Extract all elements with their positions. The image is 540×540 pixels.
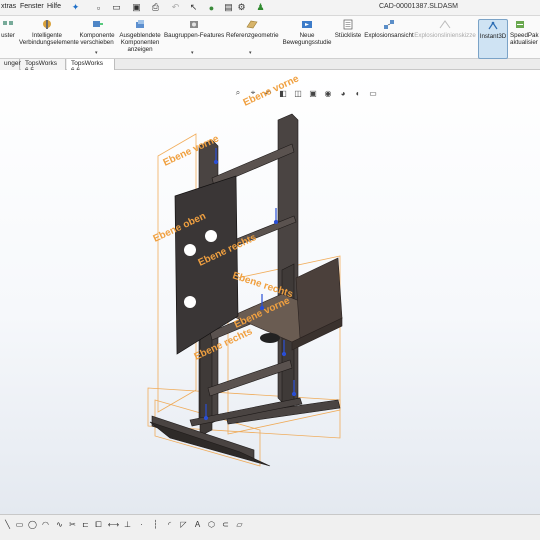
plate-hole — [205, 230, 217, 242]
plate-hole — [184, 296, 196, 308]
assembly-features-button[interactable]: Baugruppen-Features ▾ — [164, 19, 225, 56]
instant3d-label: Instant3D — [479, 33, 507, 40]
trim-tool-icon[interactable]: ✂ — [67, 519, 78, 530]
undo-icon[interactable]: ↶ — [170, 2, 181, 13]
reference-geometry-button[interactable]: Referenzgeometrie ▾ — [226, 19, 279, 56]
bom-button[interactable]: Stückliste — [334, 19, 362, 39]
assembly-model[interactable]: Ebene vorne Ebene vorne Ebene oben Ebene… — [0, 70, 540, 514]
dropdown-caret-icon[interactable]: ▾ — [95, 50, 98, 57]
select-arrow-icon[interactable]: ↖ — [188, 2, 199, 13]
new-motion-study-label: Neue Bewegungsstudie — [282, 32, 332, 46]
circle-tool-icon[interactable]: ◯ — [27, 519, 38, 530]
command-tabs: ungen TopsWorks 6.5 TopsWorks 6.6 — [0, 59, 540, 74]
text-tool-icon[interactable]: A — [192, 519, 203, 530]
offset-tool-icon[interactable]: ⊏ — [80, 519, 91, 530]
relation-tool-icon[interactable]: ⊥ — [122, 519, 133, 530]
centerline-tool-icon[interactable]: ┆ — [150, 519, 161, 530]
menu-hilfe[interactable]: Hilfe — [47, 3, 61, 10]
dropdown-caret-icon[interactable]: ▾ — [191, 50, 194, 57]
explode-line-sketch-icon — [439, 20, 451, 29]
reference-geometry-label: Referenzgeometrie — [226, 32, 279, 39]
open-folder-icon[interactable]: ▭ — [111, 2, 122, 13]
bom-label: Stückliste — [334, 32, 362, 39]
speedpak-button[interactable]: SpeedPak aktualisier — [510, 19, 540, 46]
user-icon[interactable]: ♟ — [255, 2, 266, 13]
axis-origin — [281, 351, 287, 357]
bottom-toolbar: ╲ ▭ ◯ ◠ ∿ ✂ ⊏ ⧠ ⟷ ⊥ · ┆ ◜ ◸ A ⬡ ⊂ ▱ — [0, 514, 540, 540]
tab-topsworks-6-5[interactable]: TopsWorks 6.5 — [21, 59, 66, 74]
pin-icon[interactable]: ✦ — [70, 2, 81, 13]
new-document-icon[interactable]: ▫ — [93, 2, 104, 13]
axis-origin — [273, 219, 279, 225]
file-properties-icon[interactable]: ▤ — [223, 2, 234, 13]
rectangle-tool-icon[interactable]: ▭ — [14, 519, 25, 530]
point-tool-icon[interactable]: · — [136, 519, 147, 530]
exploded-view-label: Explosionsansicht — [364, 32, 414, 39]
tab-ungen[interactable]: ungen — [0, 59, 22, 70]
motion-study-icon — [302, 21, 312, 28]
exploded-view-icon — [384, 20, 394, 29]
move-component-button[interactable]: Komponente verschieben ▾ — [78, 19, 116, 56]
pattern-button[interactable]: uster — [0, 19, 18, 39]
plate-hole — [184, 244, 196, 256]
speedpak-label: SpeedPak aktualisier — [510, 32, 539, 46]
move-component-icon — [93, 21, 103, 27]
move-component-label: Komponente verschieben — [79, 32, 115, 46]
chamfer-tool-icon[interactable]: ◸ — [178, 519, 189, 530]
speedpak-icon — [516, 21, 524, 28]
axis-origin — [213, 159, 219, 165]
smart-mates-button[interactable]: Intelligente Verbindungselemente — [19, 19, 79, 46]
options-gear-icon[interactable]: ⚙ — [236, 2, 247, 13]
rebuild-icon[interactable]: ● — [206, 2, 217, 13]
print-icon[interactable]: ⎙ — [150, 2, 161, 13]
hidden-components-label: Ausgeblendete Komponenten anzeigen — [119, 32, 161, 53]
command-manager: uster Intelligente Verbindungselemente K… — [0, 16, 540, 59]
axis-origin — [203, 415, 209, 421]
instant3d-icon — [488, 21, 498, 30]
line-tool-icon[interactable]: ╲ — [2, 519, 13, 530]
graphics-viewport[interactable]: ⌕ ⌖ ↶ ◧ ◫ ▣ ◉ ◕ ◐ ▭ Ebene vorne Ebene vo… — [0, 70, 540, 514]
construction-tool-icon[interactable]: ▱ — [234, 519, 245, 530]
mirror-tool-icon[interactable]: ⧠ — [93, 519, 104, 530]
hidden-components-icon — [136, 20, 144, 28]
exploded-view-button[interactable]: Explosionsansicht — [364, 19, 414, 39]
arc-tool-icon[interactable]: ◠ — [40, 519, 51, 530]
smart-fastener-icon — [43, 20, 51, 29]
plane-label: Ebene vorne — [242, 73, 301, 109]
explode-line-sketch-label: Explosionslinienskizze — [414, 32, 476, 39]
shelf-hole — [260, 333, 280, 343]
explode-line-sketch-button[interactable]: Explosionslinienskizze — [414, 19, 476, 39]
axis-origin — [291, 391, 297, 397]
bill-of-materials-icon — [343, 19, 353, 30]
assembly-features-label: Baugruppen-Features — [164, 32, 225, 39]
menu-fenster[interactable]: Fenster — [20, 3, 44, 10]
fillet-tool-icon[interactable]: ◜ — [164, 519, 175, 530]
polygon-tool-icon[interactable]: ⬡ — [206, 519, 217, 530]
show-hidden-components-button[interactable]: Ausgeblendete Komponenten anzeigen — [118, 19, 162, 53]
document-title: CAD-00001387.SLDASM — [379, 3, 458, 10]
pattern-label: uster — [1, 32, 15, 39]
save-icon[interactable]: ▣ — [131, 2, 142, 13]
smart-mates-label: Intelligente Verbindungselemente — [19, 32, 79, 46]
new-motion-study-button[interactable]: Neue Bewegungsstudie — [282, 19, 332, 46]
spline-tool-icon[interactable]: ∿ — [54, 519, 65, 530]
slot-tool-icon[interactable]: ⊂ — [220, 519, 231, 530]
menu-extras[interactable]: xtras — [1, 3, 16, 10]
instant3d-button[interactable]: Instant3D — [478, 19, 508, 59]
pattern-icon — [3, 21, 13, 25]
dimension-tool-icon[interactable]: ⟷ — [108, 519, 119, 530]
tab-topsworks-6-6[interactable]: TopsWorks 6.6 — [67, 59, 115, 74]
assembly-features-icon — [190, 21, 198, 28]
title-bar: xtras Fenster Hilfe ✦ ▫ ▭ ▣ ⎙ ↶ ↖ ● ▤ ⚙ … — [0, 0, 540, 16]
reference-geometry-icon — [246, 20, 258, 29]
dropdown-caret-icon[interactable]: ▾ — [249, 50, 252, 57]
